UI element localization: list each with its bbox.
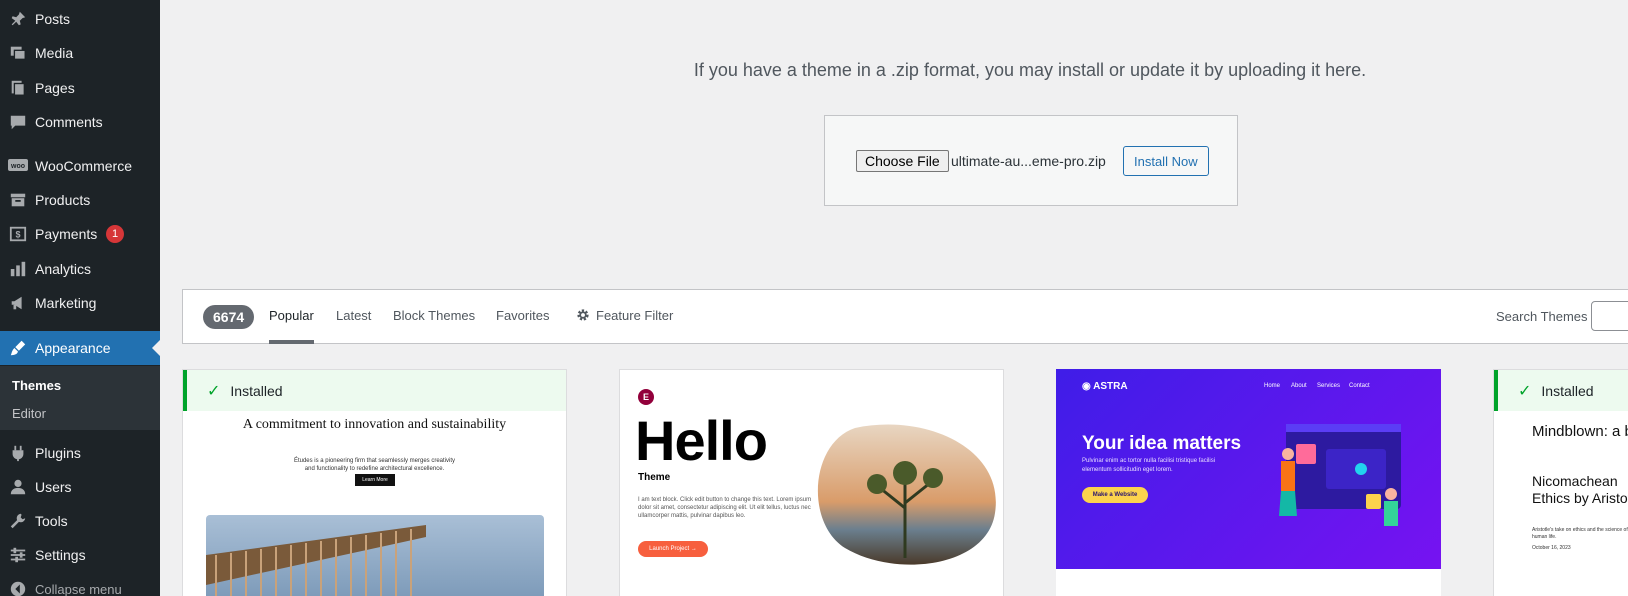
sidebar-item-comments[interactable]: Comments — [0, 105, 160, 139]
svg-text:$: $ — [15, 230, 20, 240]
theme-preview-button: Make a Website — [1082, 487, 1148, 503]
preview-nav-item: About — [1291, 383, 1307, 389]
tab-latest[interactable]: Latest — [336, 308, 371, 344]
choose-file-button[interactable]: Choose File — [856, 150, 949, 172]
archive-icon — [8, 190, 28, 210]
sidebar-item-products[interactable]: Products — [0, 183, 160, 217]
checkmark-icon: ✓ — [1518, 382, 1532, 400]
upload-form: Choose File ultimate-au...eme-pro.zip In… — [824, 115, 1238, 206]
preview-nav-item: Services — [1317, 383, 1341, 389]
sidebar-item-woocommerce[interactable]: woo WooCommerce — [0, 149, 160, 183]
selected-file-name: ultimate-au...eme-pro.zip — [951, 153, 1106, 169]
building-image — [206, 515, 544, 596]
installed-label: Installed — [230, 382, 283, 399]
sidebar-item-media[interactable]: Media — [0, 36, 160, 70]
appearance-submenu: Themes Editor — [0, 366, 160, 430]
install-now-button[interactable]: Install Now — [1123, 146, 1209, 176]
elementor-logo: E — [638, 389, 654, 405]
cactus-image — [817, 424, 996, 565]
feature-filter-button[interactable]: Feature Filter — [576, 308, 673, 344]
sidebar-item-pages[interactable]: Pages — [0, 71, 160, 105]
collapse-icon — [8, 579, 28, 596]
feature-filter-label: Feature Filter — [596, 308, 674, 323]
tab-block-themes[interactable]: Block Themes — [393, 308, 475, 344]
dollar-icon: $ — [8, 224, 28, 244]
collapse-menu-button[interactable]: Collapse menu — [0, 572, 160, 596]
theme-preview-post-title: Nicomachean Ethics by Aristotle — [1532, 473, 1628, 506]
bar-chart-icon — [8, 259, 28, 279]
admin-sidebar: Posts Media Pages Comments woo WooCommer… — [0, 0, 160, 596]
theme-preview-text: Études is a pioneering firm that seamles… — [293, 458, 456, 472]
theme-card[interactable]: ◉ ASTRA Home About Services Contact Your… — [1056, 369, 1441, 596]
plug-icon — [8, 443, 28, 463]
wrench-icon — [8, 511, 28, 531]
sidebar-item-plugins[interactable]: Plugins — [0, 436, 160, 470]
theme-count: 6674 — [203, 305, 255, 329]
checkmark-icon: ✓ — [207, 382, 221, 400]
sidebar-item-payments[interactable]: $ Payments 1 — [0, 217, 160, 251]
notification-badge: 1 — [106, 225, 124, 243]
theme-card[interactable]: ✓ Installed Mindblown: a b Nicomachean E… — [1493, 369, 1628, 596]
search-themes-label: Search Themes — [1496, 309, 1588, 324]
illustration-image — [1279, 424, 1401, 526]
theme-preview-headline: A commitment to innovation and sustainab… — [242, 417, 507, 432]
brush-icon — [8, 338, 28, 358]
submenu-item-themes[interactable]: Themes — [12, 378, 61, 393]
settings-icon — [8, 545, 28, 565]
theme-filter-bar: 6674 Popular Latest Block Themes Favorit… — [182, 289, 1628, 344]
theme-preview-headline: Mindblown: a b — [1532, 423, 1628, 440]
media-icon — [8, 43, 28, 63]
installed-banner: ✓ Installed — [1494, 370, 1628, 411]
submenu-item-editor[interactable]: Editor — [12, 406, 46, 421]
astra-logo: ◉ ASTRA — [1082, 381, 1128, 392]
woo-icon: woo — [8, 156, 28, 176]
theme-preview-title: Your idea matters — [1082, 433, 1242, 454]
theme-preview-text: Aristotle's take on ethics and the scien… — [1532, 527, 1628, 540]
tab-popular[interactable]: Popular — [269, 308, 314, 344]
sidebar-item-settings[interactable]: Settings — [0, 538, 160, 572]
megaphone-icon — [8, 293, 28, 313]
sidebar-item-tools[interactable]: Tools — [0, 504, 160, 538]
sidebar-item-users[interactable]: Users — [0, 470, 160, 504]
user-icon — [8, 477, 28, 497]
installed-label: Installed — [1541, 382, 1594, 399]
theme-preview-subtitle: Theme — [638, 472, 671, 483]
pin-icon — [8, 9, 28, 29]
theme-preview-text: I am text block. Click edit button to ch… — [638, 497, 812, 519]
upload-instructions: If you have a theme in a .zip format, yo… — [693, 60, 1367, 80]
sidebar-item-posts[interactable]: Posts — [0, 2, 160, 36]
theme-card[interactable]: ✓ Installed A commitment to innovation a… — [182, 369, 567, 596]
sidebar-item-appearance[interactable]: Appearance — [0, 331, 160, 365]
comment-icon — [8, 112, 28, 132]
gear-icon — [576, 308, 590, 344]
search-themes-input[interactable] — [1591, 301, 1628, 331]
sidebar-item-marketing[interactable]: Marketing — [0, 286, 160, 320]
preview-bottom-strip — [1056, 569, 1441, 596]
preview-nav-item: Home — [1264, 383, 1281, 389]
svg-text:woo: woo — [10, 163, 25, 170]
tab-favorites[interactable]: Favorites — [496, 308, 549, 344]
installed-banner: ✓ Installed — [183, 370, 566, 411]
sidebar-item-analytics[interactable]: Analytics — [0, 252, 160, 286]
theme-card[interactable]: E Hello Theme I am text block. Click edi… — [619, 369, 1004, 596]
preview-nav-item: Contact — [1349, 383, 1370, 389]
theme-preview-button: Launch Project → — [638, 541, 708, 557]
theme-preview-date: October 16, 2023 — [1532, 545, 1571, 551]
theme-preview-title: Hello — [635, 409, 768, 472]
pages-icon — [8, 78, 28, 98]
theme-preview-button: Learn More — [355, 474, 395, 486]
theme-preview-text: Pulvinar enim ac tortor nulla facilisi t… — [1082, 458, 1216, 473]
